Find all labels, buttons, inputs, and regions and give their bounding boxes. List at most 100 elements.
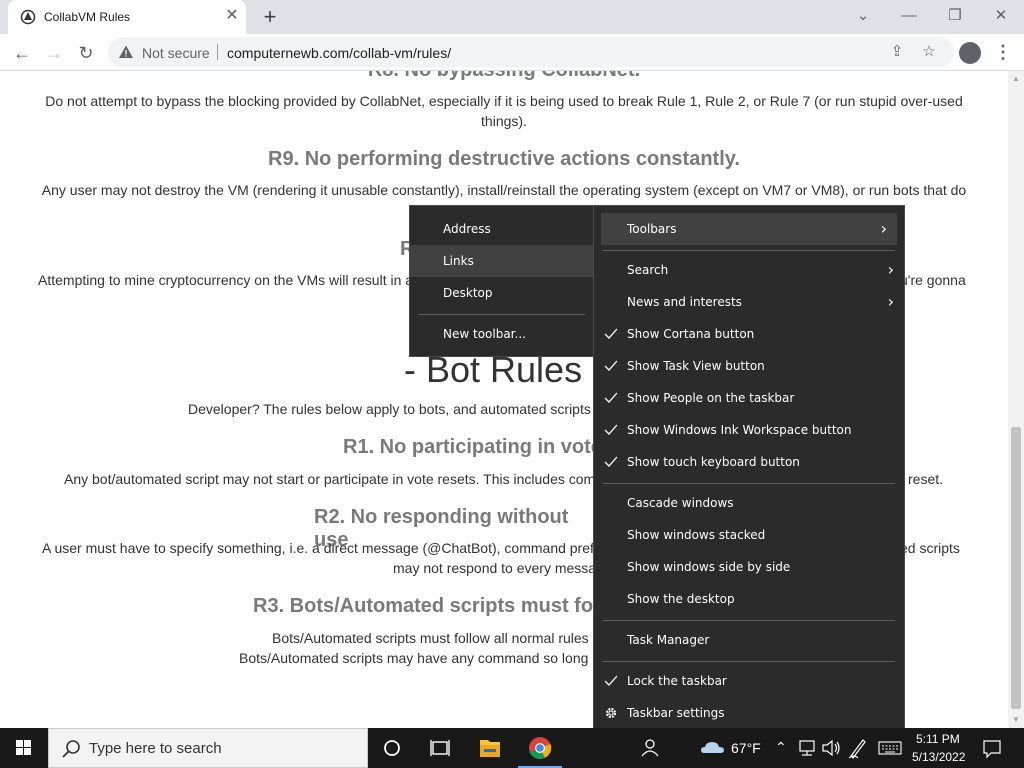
menu-item-show-desktop[interactable]: Show the desktop bbox=[594, 583, 904, 615]
menu-item-cascade-windows[interactable]: Cascade windows bbox=[594, 487, 904, 519]
search-icon bbox=[62, 740, 80, 758]
omnibox-divider bbox=[217, 44, 218, 60]
tab-close-icon[interactable]: ✕ bbox=[224, 8, 240, 24]
menu-item-news-and-interests[interactable]: News and interests › bbox=[594, 286, 904, 318]
weather-temperature[interactable]: 67°F bbox=[731, 740, 761, 756]
minimize-button[interactable]: — bbox=[886, 4, 932, 30]
menu-item-label: Show windows side by side bbox=[627, 560, 791, 574]
notification-center-icon[interactable] bbox=[976, 728, 1008, 768]
rule-r9-heading: R9. No performing destructive actions co… bbox=[268, 148, 740, 170]
submenu-item-new-toolbar[interactable]: New toolbar... bbox=[410, 318, 594, 350]
reload-icon[interactable]: ↻ bbox=[73, 40, 99, 66]
clock-date[interactable]: 5/13/2022 bbox=[912, 750, 965, 764]
tab-strip: CollabVM Rules ✕ + ⌄ — ❐ ✕ bbox=[0, 0, 1024, 34]
task-view-icon[interactable] bbox=[416, 728, 464, 768]
menu-item-label: News and interests bbox=[627, 295, 742, 309]
restore-button[interactable]: ❐ bbox=[932, 4, 978, 30]
toolbars-submenu: Address Links Desktop New toolbar... bbox=[409, 205, 595, 357]
checkmark-icon bbox=[604, 392, 618, 403]
browser-toolbar: ← → ↻ Not secure computernewb.com/collab… bbox=[0, 34, 1024, 71]
bot-rule-r2-text-line2: may not respond to every messa bbox=[393, 560, 597, 576]
rule-r10-text-right: u're gonna bbox=[900, 272, 966, 288]
windows-ink-pen-icon[interactable] bbox=[846, 728, 870, 768]
menu-item-task-manager[interactable]: Task Manager bbox=[594, 624, 904, 656]
scroll-up-arrow-icon[interactable]: ▲ bbox=[1008, 71, 1024, 87]
bot-rule-r3-heading: R3. Bots/Automated scripts must fol bbox=[253, 595, 599, 617]
show-hidden-icons-chevron-icon[interactable]: ⌃ bbox=[775, 739, 787, 756]
menu-item-label: Show Task View button bbox=[627, 359, 765, 373]
warning-triangle-icon bbox=[119, 45, 133, 58]
menu-item-label: Task Manager bbox=[627, 633, 710, 647]
submenu-item-links[interactable]: Links bbox=[410, 245, 594, 277]
menu-item-taskbar-settings[interactable]: Taskbar settings bbox=[594, 697, 904, 729]
rule-r8-heading: R8. No bypassing CollabNet. bbox=[0, 71, 1008, 82]
menu-item-search[interactable]: Search › bbox=[594, 254, 904, 286]
windows-taskbar: Type here to search 67°F ⌃ 5:11 PM 5/13/… bbox=[0, 728, 1024, 768]
checkmark-icon bbox=[604, 456, 618, 467]
submenu-item-label: Address bbox=[443, 222, 491, 236]
rule-r10-text-left: Attempting to mine cryptocurrency on the… bbox=[38, 272, 414, 288]
volume-icon[interactable] bbox=[820, 728, 842, 768]
touch-keyboard-icon[interactable] bbox=[876, 728, 904, 768]
rule-r8-text: Do not attempt to bypass the blocking pr… bbox=[45, 93, 963, 129]
submenu-item-address[interactable]: Address bbox=[410, 213, 594, 245]
menu-item-show-task-view[interactable]: Show Task View button bbox=[594, 350, 904, 382]
menu-item-show-touch-keyboard[interactable]: Show touch keyboard button bbox=[594, 446, 904, 478]
bot-rule-r1-text-right: reset. bbox=[908, 471, 944, 487]
new-tab-button[interactable]: + bbox=[258, 5, 282, 29]
menu-item-show-cortana[interactable]: Show Cortana button bbox=[594, 318, 904, 350]
people-icon[interactable] bbox=[628, 728, 668, 768]
file-explorer-icon[interactable] bbox=[466, 728, 514, 768]
menu-item-label: Show windows stacked bbox=[627, 528, 766, 542]
windows-start-icon[interactable] bbox=[0, 728, 48, 768]
tab-title: CollabVM Rules bbox=[44, 10, 131, 24]
checkmark-icon bbox=[604, 675, 618, 686]
menu-item-label: Cascade windows bbox=[627, 496, 734, 510]
bot-rules-intro: Developer? The rules below apply to bots… bbox=[188, 401, 591, 417]
address-bar[interactable]: Not secure computernewb.com/collab-vm/ru… bbox=[108, 37, 954, 67]
forward-arrow-icon[interactable]: → bbox=[41, 40, 67, 66]
page-scrollbar[interactable]: ▲ ▼ bbox=[1008, 71, 1024, 728]
menu-item-lock-taskbar[interactable]: Lock the taskbar bbox=[594, 665, 904, 697]
menu-separator bbox=[419, 314, 585, 315]
network-icon[interactable] bbox=[796, 728, 818, 768]
menu-separator bbox=[603, 620, 895, 621]
menu-item-label: Show Windows Ink Workspace button bbox=[627, 423, 852, 437]
weather-cloud-icon[interactable] bbox=[698, 728, 728, 768]
taskbar-context-menu: Toolbars › Search › News and interests ›… bbox=[593, 205, 905, 737]
menu-item-toolbars[interactable]: Toolbars › bbox=[601, 213, 897, 245]
chevron-right-icon: › bbox=[880, 219, 887, 238]
url-text[interactable]: computernewb.com/collab-vm/rules/ bbox=[227, 45, 451, 61]
bot-rule-r3-text-line2: Bots/Automated scripts may have any comm… bbox=[239, 650, 589, 666]
bookmark-star-icon[interactable]: ☆ bbox=[920, 43, 938, 61]
menu-item-label: Show the desktop bbox=[627, 592, 735, 606]
bot-rule-r1-text-left: Any bot/automated script may not start o… bbox=[64, 471, 596, 487]
share-icon[interactable]: ⇪ bbox=[888, 43, 906, 61]
menu-item-side-by-side[interactable]: Show windows side by side bbox=[594, 551, 904, 583]
menu-item-label: Search bbox=[627, 263, 669, 277]
clock-time[interactable]: 5:11 PM bbox=[916, 732, 960, 746]
submenu-item-desktop[interactable]: Desktop bbox=[410, 277, 594, 309]
chevron-right-icon: › bbox=[887, 292, 894, 311]
chrome-icon[interactable] bbox=[516, 728, 564, 768]
gear-icon bbox=[605, 707, 617, 719]
menu-item-windows-stacked[interactable]: Show windows stacked bbox=[594, 519, 904, 551]
scroll-thumb[interactable] bbox=[1011, 427, 1021, 709]
profile-avatar-icon[interactable] bbox=[959, 42, 981, 64]
chevron-right-icon: › bbox=[887, 260, 894, 279]
close-window-button[interactable]: ✕ bbox=[978, 4, 1024, 30]
menu-item-show-people[interactable]: Show People on the taskbar bbox=[594, 382, 904, 414]
menu-item-label: Lock the taskbar bbox=[627, 674, 727, 688]
menu-item-show-ink-workspace[interactable]: Show Windows Ink Workspace button bbox=[594, 414, 904, 446]
menu-item-label: Taskbar settings bbox=[627, 706, 725, 720]
cortana-icon[interactable] bbox=[368, 728, 416, 768]
taskbar-search-box[interactable]: Type here to search bbox=[48, 728, 368, 768]
tab-collabvm-rules[interactable]: CollabVM Rules ✕ bbox=[8, 0, 246, 34]
tab-search-chevron-icon[interactable]: ⌄ bbox=[840, 4, 886, 30]
not-secure-label[interactable]: Not secure bbox=[142, 45, 210, 61]
scroll-down-arrow-icon[interactable]: ▼ bbox=[1008, 712, 1024, 728]
checkmark-icon bbox=[604, 424, 618, 435]
back-arrow-icon[interactable]: ← bbox=[9, 40, 35, 66]
bot-rule-r2-text-right: ed scripts bbox=[900, 540, 960, 556]
chrome-menu-kebab-icon[interactable]: ⋮ bbox=[994, 42, 1012, 64]
